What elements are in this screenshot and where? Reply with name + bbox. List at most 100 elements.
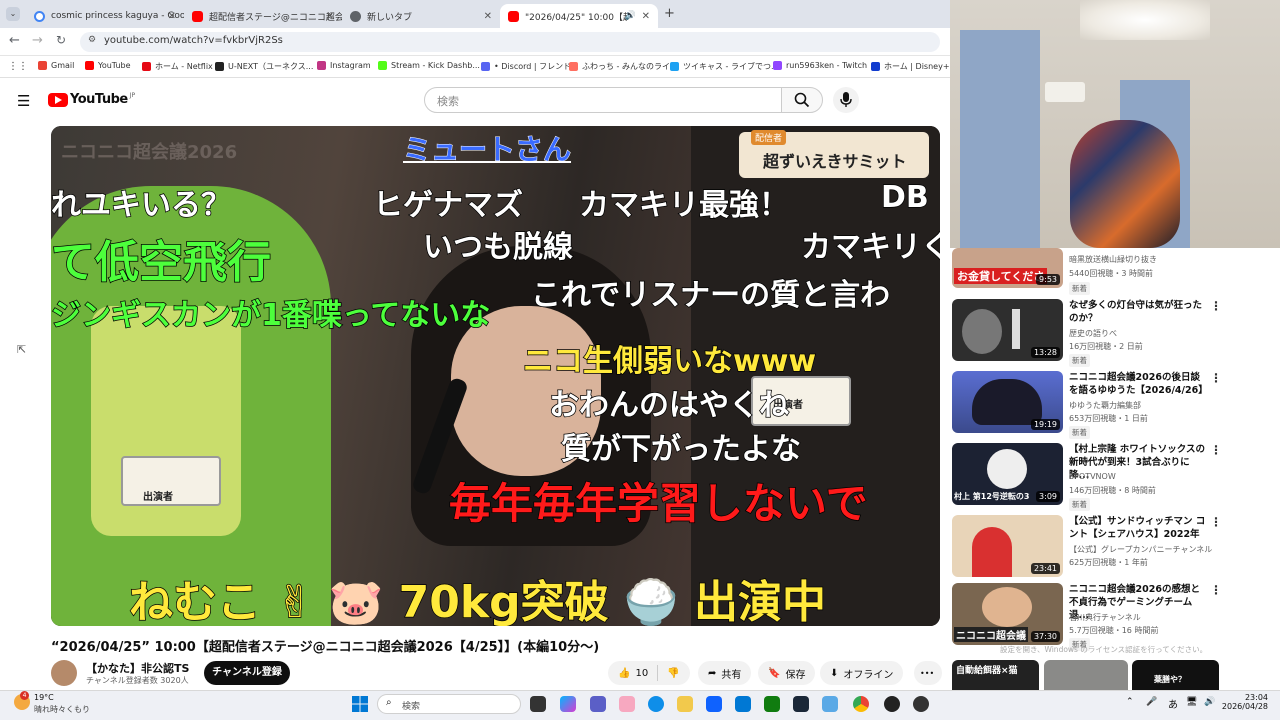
clock[interactable]: 23:04 2026/04/28 [1222, 693, 1268, 711]
microphone-tray-icon[interactable]: 🎤 [1146, 697, 1157, 707]
video-duration: 23:41 [1030, 563, 1060, 574]
tab-new-tab[interactable]: 新しいタブ ✕ [342, 4, 500, 28]
partial-thumbnail[interactable]: 薬膳や？ [1132, 660, 1219, 690]
apps-grid-icon[interactable]: ⋮⋮ [8, 61, 28, 72]
close-icon[interactable]: ✕ [168, 11, 176, 22]
site-info-icon[interactable]: ⚙ [88, 35, 96, 45]
more-options-icon[interactable]: ⋮ [1210, 443, 1222, 457]
bookmark-twitcasting[interactable]: ツイキャス - ライブでつ... [670, 61, 779, 72]
bookmark-fuwacchi[interactable]: ふわっち - みんなのライ... [569, 61, 678, 72]
thumbs-down-icon[interactable]: 👎 [667, 668, 679, 679]
teams-icon[interactable] [590, 696, 606, 712]
copilot-icon[interactable] [560, 696, 576, 712]
voice-search-button[interactable] [833, 87, 859, 113]
partial-thumbnail[interactable]: 自動給餌器×猫 [952, 660, 1039, 690]
obs-icon[interactable] [913, 696, 929, 712]
close-icon[interactable]: ✕ [326, 11, 334, 22]
app-icon[interactable] [822, 696, 838, 712]
bookmark-twitch[interactable]: run5963ken - Twitch [773, 61, 867, 70]
tab-niconico-stage[interactable]: 超配信者ステージ@ニコニコ超会議 ✕ [184, 4, 342, 28]
windows-start-icon[interactable] [352, 696, 368, 712]
streamer-bucket-hat [1070, 120, 1180, 248]
download-button[interactable]: ⬇ オフライン [820, 661, 904, 685]
recommendation-item[interactable]: 13:28 なぜ多くの灯台守は気が狂ったのか？ 歴史の語りべ 16万回視聴・2 … [952, 299, 1272, 367]
video-thumbnail[interactable]: 23:41 [952, 515, 1063, 577]
channel-name[interactable]: 石川典行チャンネル [1069, 612, 1141, 623]
bookmark-netflix[interactable]: ホーム - Netflix [142, 61, 213, 72]
close-icon[interactable]: ✕ [642, 11, 650, 22]
more-options-icon[interactable]: ⋮ [1210, 583, 1222, 597]
more-actions-button[interactable]: ••• [914, 661, 942, 685]
bookmark-discord[interactable]: • Discord | フレンド [481, 61, 571, 72]
tab-title: "2026/04/25" 10:00【超配信 [525, 12, 627, 23]
recommendation-item[interactable]: ニコニコ超会議 37:30 ニコニコ超会議2026の感想と不貞行為でゲーミングチ… [952, 583, 1272, 651]
like-dislike-group: 👍 10 👎 [608, 661, 690, 685]
video-title[interactable]: ニコニコ超会議2026の後日談を語るゆゆうた【2026/4/26】 [1069, 371, 1209, 397]
ime-indicator[interactable]: あ [1168, 696, 1178, 711]
app-icon[interactable] [884, 696, 900, 712]
video-player[interactable]: 出演者 出演者 ニコニコ超会議2026 配信者 超ずいえきサミット ミュートさん… [51, 126, 940, 626]
channel-name[interactable]: 【かなた】非公認TS [86, 660, 189, 676]
address-bar[interactable]: ⚙ youtube.com/watch?v=fvkbrVjR2Ss [80, 32, 940, 52]
more-options-icon[interactable]: ⋮ [1210, 515, 1222, 529]
video-thumbnail[interactable]: 13:28 [952, 299, 1063, 361]
subscribe-button[interactable]: チャンネル登録 [204, 661, 290, 685]
chevron-up-icon[interactable]: ⌃ [1126, 697, 1134, 707]
outlook-icon[interactable] [735, 696, 751, 712]
video-title[interactable]: 【公式】サンドウィッチマン コント【シェアハウス】2022年 [1069, 515, 1209, 541]
xbox-icon[interactable] [764, 696, 780, 712]
video-thumbnail[interactable]: 村上 第12号逆転の3 3:09 [952, 443, 1063, 505]
video-thumbnail[interactable]: 19:19 [952, 371, 1063, 433]
video-title[interactable]: なぜ多くの灯台守は気が狂ったのか？ [1069, 299, 1209, 325]
like-count[interactable]: 10 [635, 668, 648, 679]
reload-icon[interactable]: ↻ [56, 33, 66, 47]
chrome-icon[interactable] [853, 696, 869, 712]
search-button[interactable] [781, 87, 823, 113]
edge-icon[interactable] [648, 696, 664, 712]
save-button[interactable]: 🔖 保存 [758, 661, 816, 685]
channel-avatar[interactable] [51, 660, 77, 686]
recommendation-item[interactable]: 23:41 【公式】サンドウィッチマン コント【シェアハウス】2022年 【公式… [952, 515, 1272, 583]
channel-name[interactable]: SPOTVNOW [1069, 472, 1116, 481]
tab-search-chevron-icon[interactable]: ⌄ [6, 7, 20, 21]
hamburger-menu-icon[interactable]: ☰ [17, 92, 30, 110]
channel-name[interactable]: ゆゆうた覇力編集部 [1069, 400, 1141, 411]
video-thumbnail[interactable]: お金貸してくださ 9:53 [952, 248, 1063, 288]
network-icon[interactable]: 🖥 [1186, 697, 1197, 707]
video-thumbnail[interactable]: ニコニコ超会議 37:30 [952, 583, 1063, 645]
more-options-icon[interactable]: ⋮ [1210, 299, 1222, 313]
bookmark-instagram[interactable]: Instagram [317, 61, 371, 70]
speaker-icon[interactable]: 🔊 [625, 11, 636, 21]
bookmark-unext[interactable]: U-NEXT（ユーネクス... [215, 61, 313, 72]
task-view-icon[interactable] [530, 696, 546, 712]
partial-thumbnail[interactable] [1044, 660, 1128, 690]
steam-icon[interactable] [793, 696, 809, 712]
new-tab-button[interactable]: + [664, 6, 675, 21]
more-options-icon[interactable]: ⋮ [1210, 371, 1222, 385]
volume-icon[interactable]: 🔊 [1204, 697, 1215, 707]
save-label: 保存 [785, 669, 806, 681]
app-icon[interactable] [619, 696, 635, 712]
search-input[interactable]: 検索 [424, 87, 782, 113]
forward-icon[interactable]: → [32, 33, 43, 48]
taskbar-search-input[interactable]: ⌕ 検索 [377, 694, 521, 714]
channel-name[interactable]: 歴史の語りべ [1069, 328, 1117, 339]
recommendation-item[interactable]: 村上 第12号逆転の3 3:09 【村上宗隆 ホワイトソックスの新時代が到来！3… [952, 443, 1272, 511]
share-button[interactable]: ➦ 共有 [698, 661, 752, 685]
tab-cosmic-princess[interactable]: cosmic princess kaguya - Goog ✕ [26, 4, 184, 28]
channel-name[interactable]: 暗黒放送横山緑切り抜き [1069, 254, 1157, 265]
bookmark-kick[interactable]: Stream - Kick Dashb... [378, 61, 480, 70]
close-icon[interactable]: ✕ [484, 11, 492, 22]
youtube-logo[interactable]: YouTube JP [48, 92, 135, 107]
channel-name[interactable]: 【公式】グレープカンパニーチャンネル [1069, 544, 1212, 555]
comment: ねむこ ✌ 🐷 70kg突破 🍚 出演中 [128, 576, 827, 626]
thumbs-up-icon[interactable]: 👍 [618, 668, 630, 679]
recommendation-item[interactable]: 19:19 ニコニコ超会議2026の後日談を語るゆゆうた【2026/4/26】 … [952, 371, 1272, 439]
bookmark-gmail[interactable]: Gmail [38, 61, 74, 70]
bookmark-youtube[interactable]: YouTube [85, 61, 131, 70]
weather-temp[interactable]: 19°C [34, 693, 54, 702]
tab-current-video[interactable]: "2026/04/25" 10:00【超配信 🔊 ✕ [500, 4, 658, 28]
store-icon[interactable] [706, 696, 722, 712]
back-icon[interactable]: ← [9, 33, 20, 48]
file-explorer-icon[interactable] [677, 696, 693, 712]
